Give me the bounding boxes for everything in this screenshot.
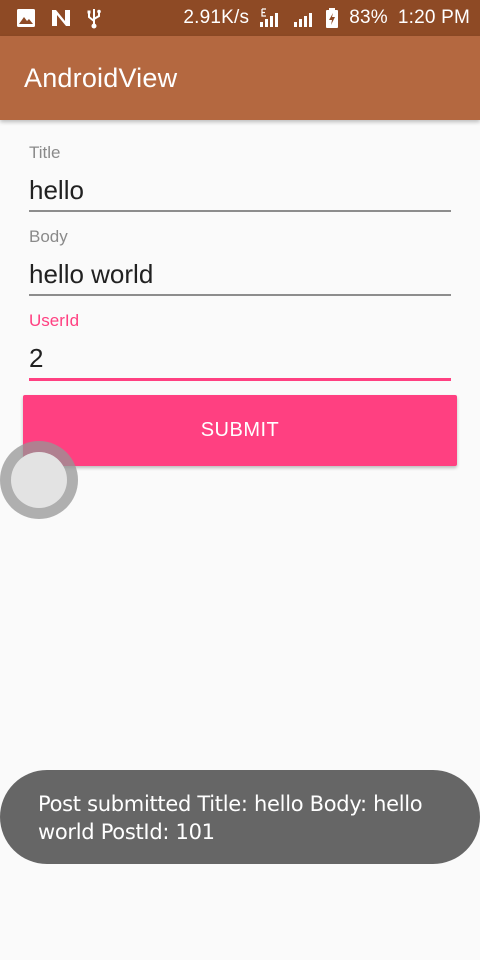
body-input[interactable]: hello world [29, 254, 451, 294]
app-bar: AndroidView [0, 36, 480, 120]
status-bar-system: 2.91K/s 83% 1:20 PM [183, 7, 470, 29]
status-bar: 2.91K/s 83% 1:20 PM [0, 0, 480, 36]
title-field-underline [29, 210, 451, 212]
battery-percent: 83% [349, 7, 388, 28]
title-field-label: Title [29, 143, 61, 162]
body-field-label: Body [29, 227, 68, 246]
userid-field[interactable]: UserId 2 [29, 310, 451, 381]
app-title: AndroidView [24, 62, 178, 93]
touch-indicator [0, 441, 78, 519]
body-field-underline [29, 294, 451, 296]
toast-message: Post submitted Title: hello Body: hello … [0, 770, 480, 864]
signal-icon [293, 8, 315, 28]
image-icon [16, 8, 36, 28]
userid-field-underline [29, 378, 451, 381]
clock: 1:20 PM [397, 7, 470, 28]
network-speed: 2.91K/s [183, 7, 250, 28]
usb-icon [86, 7, 102, 29]
body-field[interactable]: Body hello world [29, 226, 451, 296]
userid-input[interactable]: 2 [29, 338, 451, 378]
n-icon [50, 8, 72, 28]
battery-icon [325, 7, 339, 29]
userid-field-label: UserId [29, 311, 80, 330]
submit-button[interactable]: SUBMIT [23, 395, 457, 466]
title-field[interactable]: Title hello [29, 142, 451, 212]
status-bar-notifications [16, 7, 102, 29]
screen: 2.91K/s 83% 1:20 PM AndroidView Title he… [0, 0, 480, 960]
title-input[interactable]: hello [29, 170, 451, 210]
signal-icon [259, 8, 283, 28]
